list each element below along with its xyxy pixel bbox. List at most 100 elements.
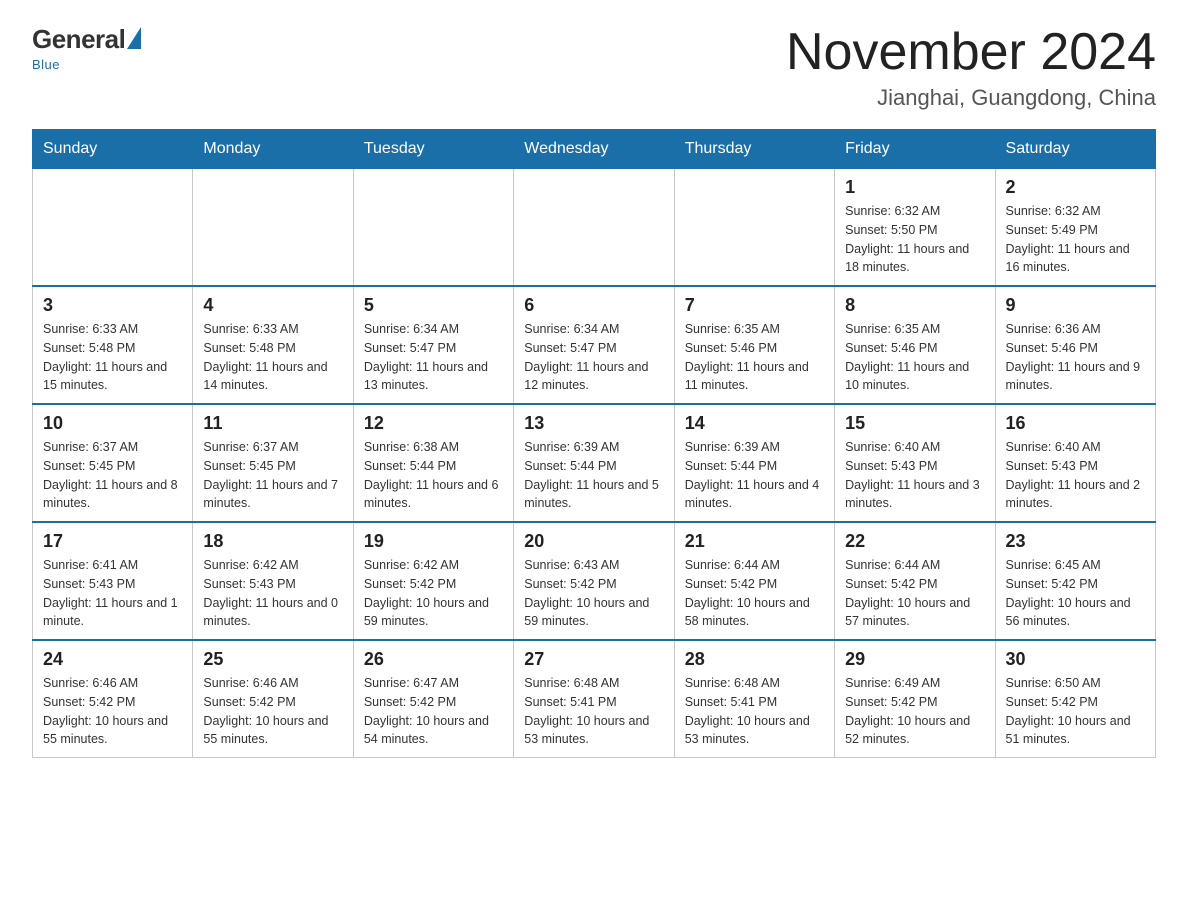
- header-tuesday: Tuesday: [353, 130, 513, 169]
- day-number: 26: [364, 649, 503, 670]
- day-info: Sunrise: 6:37 AMSunset: 5:45 PMDaylight:…: [43, 438, 182, 513]
- calendar-cell: 21 Sunrise: 6:44 AMSunset: 5:42 PMDayligh…: [674, 522, 834, 640]
- calendar-cell: 18 Sunrise: 6:42 AMSunset: 5:43 PMDayligh…: [193, 522, 353, 640]
- day-number: 3: [43, 295, 182, 316]
- day-number: 29: [845, 649, 984, 670]
- day-number: 30: [1006, 649, 1145, 670]
- day-info: Sunrise: 6:35 AMSunset: 5:46 PMDaylight:…: [685, 320, 824, 395]
- calendar-week-row: 24 Sunrise: 6:46 AMSunset: 5:42 PMDayligh…: [33, 640, 1156, 758]
- day-number: 8: [845, 295, 984, 316]
- calendar-cell: 19 Sunrise: 6:42 AMSunset: 5:42 PMDayligh…: [353, 522, 513, 640]
- day-info: Sunrise: 6:50 AMSunset: 5:42 PMDaylight:…: [1006, 674, 1145, 749]
- day-number: 28: [685, 649, 824, 670]
- calendar-cell: 9 Sunrise: 6:36 AMSunset: 5:46 PMDaylight…: [995, 286, 1155, 404]
- day-info: Sunrise: 6:49 AMSunset: 5:42 PMDaylight:…: [845, 674, 984, 749]
- calendar-cell: 12 Sunrise: 6:38 AMSunset: 5:44 PMDayligh…: [353, 404, 513, 522]
- calendar-cell: 28 Sunrise: 6:48 AMSunset: 5:41 PMDayligh…: [674, 640, 834, 758]
- calendar-cell: 27Sunrise: 6:48 AMSunset: 5:41 PMDayligh…: [514, 640, 674, 758]
- day-info: Sunrise: 6:41 AMSunset: 5:43 PMDaylight:…: [43, 556, 182, 631]
- day-info: Sunrise: 6:48 AMSunset: 5:41 PMDaylight:…: [685, 674, 824, 749]
- day-number: 23: [1006, 531, 1145, 552]
- calendar-cell: [33, 169, 193, 287]
- calendar-cell: 13Sunrise: 6:39 AMSunset: 5:44 PMDayligh…: [514, 404, 674, 522]
- day-number: 1: [845, 177, 984, 198]
- day-info: Sunrise: 6:40 AMSunset: 5:43 PMDaylight:…: [1006, 438, 1145, 513]
- calendar-cell: 3Sunrise: 6:33 AMSunset: 5:48 PMDaylight…: [33, 286, 193, 404]
- logo: General Blue: [32, 24, 143, 72]
- calendar-cell: 17 Sunrise: 6:41 AMSunset: 5:43 PMDayligh…: [33, 522, 193, 640]
- day-number: 12: [364, 413, 503, 434]
- day-info: Sunrise: 6:44 AMSunset: 5:42 PMDaylight:…: [685, 556, 824, 631]
- calendar-cell: 10 Sunrise: 6:37 AMSunset: 5:45 PMDayligh…: [33, 404, 193, 522]
- day-info: Sunrise: 6:36 AMSunset: 5:46 PMDaylight:…: [1006, 320, 1145, 395]
- day-info: Sunrise: 6:47 AMSunset: 5:42 PMDaylight:…: [364, 674, 503, 749]
- day-info: Sunrise: 6:45 AMSunset: 5:42 PMDaylight:…: [1006, 556, 1145, 631]
- day-number: 16: [1006, 413, 1145, 434]
- calendar-week-row: 3 Sunrise: 6:33 AMSunset: 5:48 PMDaylight…: [33, 286, 1156, 404]
- day-number: 2: [1006, 177, 1145, 198]
- calendar-table: Sunday Monday Tuesday Wednesday Thursday…: [32, 129, 1156, 758]
- day-info: Sunrise: 6:33 AMSunset: 5:48 PMDaylight:…: [203, 320, 342, 395]
- day-info: Sunrise: 6:46 AMSunset: 5:42 PMDaylight:…: [203, 674, 342, 749]
- calendar-title: November 2024: [786, 24, 1156, 81]
- day-number: 13: [524, 413, 663, 434]
- page-header: General Blue November 2024 Jianghai, Gua…: [32, 24, 1156, 111]
- day-info: Sunrise: 6:39 AMSunset: 5:44 PMDaylight:…: [685, 438, 824, 513]
- calendar-cell: 15 Sunrise: 6:40 AMSunset: 5:43 PMDayligh…: [835, 404, 995, 522]
- logo-triangle-icon: [127, 27, 141, 49]
- day-number: 15: [845, 413, 984, 434]
- calendar-week-row: 1 Sunrise: 6:32 AMSunset: 5:50 PMDaylight…: [33, 169, 1156, 287]
- calendar-cell: 7 Sunrise: 6:35 AMSunset: 5:46 PMDaylight…: [674, 286, 834, 404]
- day-number: 24: [43, 649, 182, 670]
- calendar-cell: 25 Sunrise: 6:46 AMSunset: 5:42 PMDayligh…: [193, 640, 353, 758]
- calendar-cell: 22Sunrise: 6:44 AMSunset: 5:42 PMDayligh…: [835, 522, 995, 640]
- calendar-cell: 4Sunrise: 6:33 AMSunset: 5:48 PMDaylight…: [193, 286, 353, 404]
- calendar-cell: 20Sunrise: 6:43 AMSunset: 5:42 PMDayligh…: [514, 522, 674, 640]
- day-number: 17: [43, 531, 182, 552]
- calendar-cell: 8 Sunrise: 6:35 AMSunset: 5:46 PMDaylight…: [835, 286, 995, 404]
- calendar-location: Jianghai, Guangdong, China: [786, 85, 1156, 111]
- calendar-cell: 26 Sunrise: 6:47 AMSunset: 5:42 PMDayligh…: [353, 640, 513, 758]
- calendar-week-row: 10 Sunrise: 6:37 AMSunset: 5:45 PMDayligh…: [33, 404, 1156, 522]
- calendar-cell: 14Sunrise: 6:39 AMSunset: 5:44 PMDayligh…: [674, 404, 834, 522]
- day-info: Sunrise: 6:35 AMSunset: 5:46 PMDaylight:…: [845, 320, 984, 395]
- day-number: 10: [43, 413, 182, 434]
- day-info: Sunrise: 6:32 AMSunset: 5:50 PMDaylight:…: [845, 202, 984, 277]
- header-wednesday: Wednesday: [514, 130, 674, 169]
- calendar-cell: 2 Sunrise: 6:32 AMSunset: 5:49 PMDaylight…: [995, 169, 1155, 287]
- header-sunday: Sunday: [33, 130, 193, 169]
- day-info: Sunrise: 6:42 AMSunset: 5:42 PMDaylight:…: [364, 556, 503, 631]
- calendar-cell: 6Sunrise: 6:34 AMSunset: 5:47 PMDaylight…: [514, 286, 674, 404]
- day-info: Sunrise: 6:44 AMSunset: 5:42 PMDaylight:…: [845, 556, 984, 631]
- calendar-cell: 24Sunrise: 6:46 AMSunset: 5:42 PMDayligh…: [33, 640, 193, 758]
- day-number: 27: [524, 649, 663, 670]
- day-info: Sunrise: 6:32 AMSunset: 5:49 PMDaylight:…: [1006, 202, 1145, 277]
- day-number: 25: [203, 649, 342, 670]
- calendar-cell: 29 Sunrise: 6:49 AMSunset: 5:42 PMDayligh…: [835, 640, 995, 758]
- calendar-cell: 5 Sunrise: 6:34 AMSunset: 5:47 PMDaylight…: [353, 286, 513, 404]
- calendar-cell: 11Sunrise: 6:37 AMSunset: 5:45 PMDayligh…: [193, 404, 353, 522]
- day-number: 7: [685, 295, 824, 316]
- calendar-cell: [674, 169, 834, 287]
- day-number: 19: [364, 531, 503, 552]
- day-info: Sunrise: 6:34 AMSunset: 5:47 PMDaylight:…: [524, 320, 663, 395]
- header-monday: Monday: [193, 130, 353, 169]
- calendar-cell: [353, 169, 513, 287]
- day-number: 11: [203, 413, 342, 434]
- day-number: 9: [1006, 295, 1145, 316]
- day-number: 21: [685, 531, 824, 552]
- title-block: November 2024 Jianghai, Guangdong, China: [786, 24, 1156, 111]
- day-info: Sunrise: 6:42 AMSunset: 5:43 PMDaylight:…: [203, 556, 342, 631]
- day-info: Sunrise: 6:34 AMSunset: 5:47 PMDaylight:…: [364, 320, 503, 395]
- header-friday: Friday: [835, 130, 995, 169]
- calendar-week-row: 17 Sunrise: 6:41 AMSunset: 5:43 PMDayligh…: [33, 522, 1156, 640]
- calendar-cell: [193, 169, 353, 287]
- calendar-cell: 16 Sunrise: 6:40 AMSunset: 5:43 PMDayligh…: [995, 404, 1155, 522]
- calendar-header-row: Sunday Monday Tuesday Wednesday Thursday…: [33, 130, 1156, 169]
- day-info: Sunrise: 6:38 AMSunset: 5:44 PMDaylight:…: [364, 438, 503, 513]
- day-info: Sunrise: 6:40 AMSunset: 5:43 PMDaylight:…: [845, 438, 984, 513]
- day-number: 18: [203, 531, 342, 552]
- calendar-cell: 23 Sunrise: 6:45 AMSunset: 5:42 PMDayligh…: [995, 522, 1155, 640]
- day-number: 5: [364, 295, 503, 316]
- day-number: 20: [524, 531, 663, 552]
